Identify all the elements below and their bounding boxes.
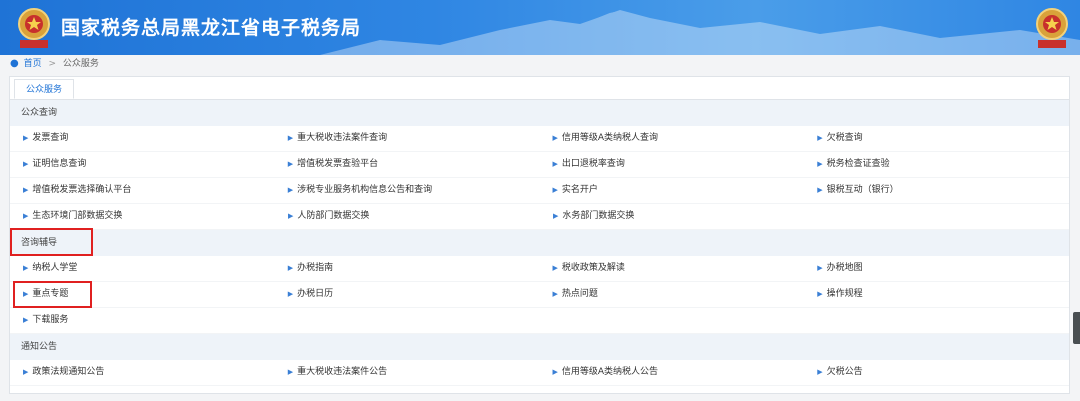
menu-link[interactable]: ▶ 办税指南 [275,256,540,281]
list-row: ▶ 生态环境门部数据交换 ▶ 人防部门数据交换 ▶ 水务部门数据交换 [10,204,1069,230]
menu-link[interactable]: ▶ 银税互动（银行） [804,178,1069,203]
tab-bar: 公众服务 [10,77,1069,100]
breadcrumb-home-link[interactable]: 首页 [24,59,42,69]
triangle-right-icon: ▶ [23,186,29,194]
menu-link[interactable]: ▶ 操作规程 [804,282,1069,307]
menu-link[interactable]: ▶ 下载服务 [10,308,275,333]
list-row: ▶ 证明信息查询 ▶ 增值税发票查验平台 ▶ 出口退税率查询 ▶ 税务检查证查验 [10,152,1069,178]
triangle-right-icon: ▶ [552,160,558,168]
triangle-right-icon: ▶ [23,316,29,324]
triangle-right-icon: ▶ [817,264,823,272]
triangle-right-icon: ▶ [288,212,294,220]
triangle-right-icon: ▶ [287,264,294,272]
menu-link[interactable]: ▶ 办税日历 [275,282,540,307]
triangle-right-icon: ▶ [23,212,29,220]
public-service-panel: 公众服务 公众查询 ▶ 发票查询 ▶ 重大税收违法案件查询 ▶ 信用等级A类纳税人查询… [9,76,1070,394]
menu-link[interactable]: ▶ 纳税人学堂 [10,256,275,281]
menu-link[interactable]: ▶ 欠税查询 [804,126,1069,151]
menu-link[interactable]: ▶ 增值税发票查验平台 [275,152,540,177]
menu-link-key-topics[interactable]: ▶ 重点专题 [10,281,275,308]
triangle-right-icon: ▶ [552,290,558,298]
menu-link[interactable]: ▶ 税收政策及解读 [540,256,805,281]
section-consulting-header: 咨询辅导 [10,228,1069,256]
breadcrumb-separator: > [48,59,57,69]
menu-link[interactable]: ▶ 出口退税率查询 [540,152,805,177]
breadcrumb-current: 公众服务 [62,59,99,69]
triangle-right-icon: ▶ [817,368,823,376]
menu-link[interactable]: ▶ 发票查询 [10,126,275,151]
menu-link[interactable]: ▶ 欠税公告 [804,360,1069,385]
triangle-right-icon: ▶ [23,368,29,376]
tax-emblem-icon [1036,8,1068,48]
menu-link[interactable]: ▶ 涉税专业服务机构信息公告和查询 [275,178,540,203]
list-row: ▶ 增值税发票选择确认平台 ▶ 涉税专业服务机构信息公告和查询 ▶ 实名开户 ▶ 银税互… [10,178,1069,204]
menu-link[interactable]: ▶ 重大税收违法案件查询 [275,126,540,151]
list-row: ▶ 纳税人学堂 ▶ 办税指南 ▶ 税收政策及解读 ▶ 办税地图 [10,256,1069,282]
triangle-right-icon: ▶ [817,134,823,142]
menu-link[interactable]: ▶ 生态环境门部数据交换 [10,204,275,229]
menu-link[interactable]: ▶ 重大税收违法案件公告 [275,360,540,385]
triangle-right-icon: ▶ [23,264,29,272]
triangle-right-icon: ▶ [817,290,823,298]
site-title: 国家税务总局黑龙江省电子税务局 [61,17,362,39]
triangle-right-icon: ▶ [552,368,558,376]
menu-link[interactable]: ▶ 人防部门数据交换 [275,204,540,229]
great-wall-background [320,10,1080,55]
menu-link[interactable]: ▶ 增值税发票选择确认平台 [10,178,275,203]
menu-link[interactable]: ▶ 实名开户 [540,178,805,203]
menu-link[interactable]: ▶ 证明信息查询 [10,152,275,177]
triangle-right-icon: ▶ [287,368,294,376]
menu-link[interactable]: ▶ 水务部门数据交换 [540,204,805,229]
menu-link[interactable]: ▶ 信用等级A类纳税人公告 [540,360,805,385]
tab-public-service[interactable]: 公众服务 [14,79,75,99]
location-pin-icon: ● [10,58,19,69]
triangle-right-icon: ▶ [553,212,559,220]
breadcrumb: ● 首页 > 公众服务 [0,55,1080,73]
list-row: ▶ 政策法规通知公告 ▶ 重大税收违法案件公告 ▶ 信用等级A类纳税人公告 ▶ 欠税公告 [10,360,1069,386]
triangle-right-icon: ▶ [552,264,558,272]
triangle-right-icon: ▶ [23,290,29,298]
list-row: ▶ 重点专题 ▶ 办税日历 ▶ 热点问题 ▶ 操作规程 [10,281,1069,308]
list-row: ▶ 发票查询 ▶ 重大税收违法案件查询 ▶ 信用等级A类纳税人查询 ▶ 欠税查询 [10,126,1069,152]
menu-link[interactable]: ▶ 税务检查证查验 [804,152,1069,177]
site-header: 国家税务总局黑龙江省电子税务局 [0,0,1080,55]
menu-link[interactable]: ▶ 政策法规通知公告 [10,360,275,385]
triangle-right-icon: ▶ [23,160,29,168]
triangle-right-icon: ▶ [23,134,29,142]
section-public-query-header: 公众查询 [10,100,1069,126]
triangle-right-icon: ▶ [287,186,294,194]
menu-link[interactable]: ▶ 办税地图 [804,256,1069,281]
menu-link[interactable]: ▶ 热点问题 [540,282,805,307]
triangle-right-icon: ▶ [287,290,294,298]
triangle-right-icon: ▶ [552,134,558,142]
triangle-right-icon: ▶ [287,134,294,142]
triangle-right-icon: ▶ [817,160,823,168]
section-notice-header: 通知公告 [10,334,1069,360]
triangle-right-icon: ▶ [552,186,558,194]
list-row: ▶ 下载服务 [10,308,1069,334]
side-float-handle[interactable] [1073,312,1080,344]
tax-emblem-icon[interactable] [14,6,54,50]
menu-link[interactable]: ▶ 信用等级A类纳税人查询 [540,126,805,151]
triangle-right-icon: ▶ [817,186,823,194]
triangle-right-icon: ▶ [287,160,294,168]
